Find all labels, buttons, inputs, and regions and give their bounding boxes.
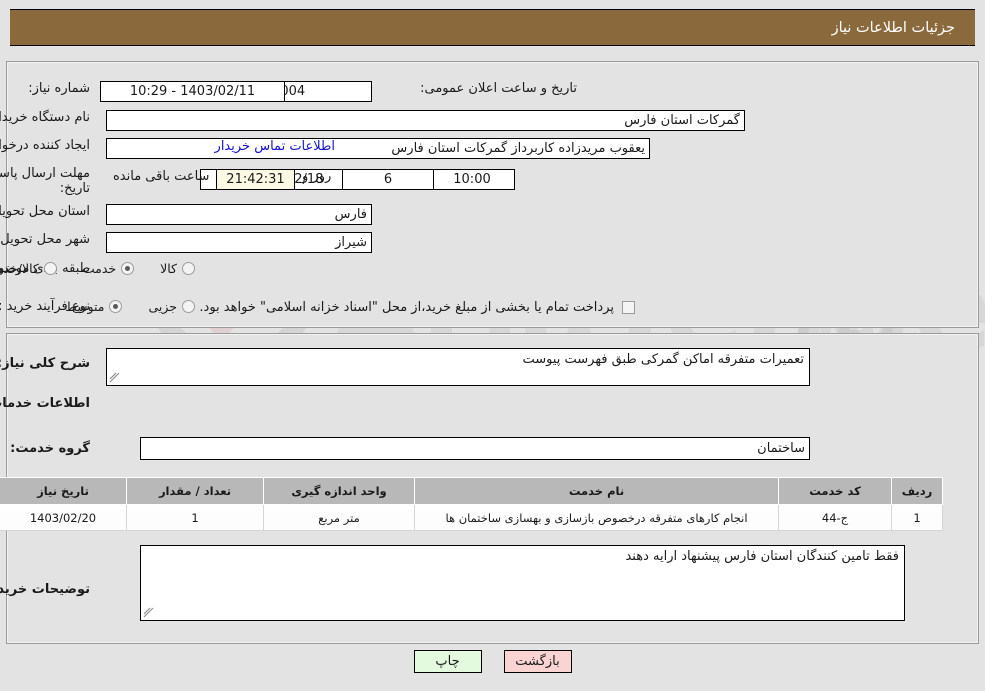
remaining-suffix-label: ساعت باقی مانده	[113, 169, 210, 184]
requester-value: یعقوب مریدزاده کاربرداز گمرکات استان فار…	[106, 138, 650, 159]
delivery-province-label-wrap: استان محل تحویل:	[0, 204, 90, 219]
category-radio-label: خدمت	[82, 261, 117, 276]
deadline-label-wrap: مهلت ارسال پاسخ: تا تاریخ:	[0, 166, 90, 196]
remaining-countdown-value: 21:42:31	[216, 169, 295, 190]
resize-grip-icon[interactable]	[109, 372, 121, 384]
table-col-qty: تعداد / مقدار	[126, 477, 264, 505]
remaining-days-label-wrap: روز و	[302, 169, 331, 184]
delivery-province-label: استان محل تحویل:	[0, 204, 90, 219]
delivery-province-value: فارس	[106, 204, 372, 225]
treasury-note-text: پرداخت تمام یا بخشی از مبلغ خرید،از محل …	[199, 300, 614, 315]
buyer-notes-label-wrap: توضیحات خریدار:	[0, 582, 90, 597]
category-radio-khedmat[interactable]: خدمت	[82, 261, 135, 276]
buyer-org-label-wrap: نام دستگاه خریدار:	[0, 110, 90, 125]
general-desc-textarea[interactable]: تعمیرات متفرقه اماکن گمرکی طبق فهرست پیو…	[106, 348, 810, 386]
buyer-contact-link[interactable]: اطلاعات تماس خریدار	[215, 139, 335, 154]
category-radio-kala[interactable]: کالا	[160, 261, 195, 276]
purchase-type-radio-jozi[interactable]: جزیی	[148, 299, 195, 314]
buyer-org-label: نام دستگاه خریدار:	[0, 110, 90, 125]
page-header-bar: جزئیات اطلاعات نیاز	[10, 9, 975, 46]
delivery-city-label: شهر محل تحویل:	[0, 232, 90, 247]
service-group-label-wrap: گروه خدمت:	[10, 441, 90, 456]
general-desc-label-wrap: شرح کلی نیاز:	[0, 356, 90, 371]
deadline-hour-value: 10:00	[429, 169, 515, 190]
table-col-unit: واحد اندازه گیری	[263, 477, 415, 505]
service-group-label: گروه خدمت:	[10, 441, 90, 456]
buyer-notes-label: توضیحات خریدار:	[0, 582, 90, 597]
purchase-type-radio-group[interactable]: جزیی متوسط	[39, 299, 195, 314]
remaining-days-label: روز و	[302, 169, 332, 184]
service-group-value: ساختمان	[140, 437, 810, 460]
buyer-notes-value: فقط تامین کنندگان استان فارس پیشنهاد ارا…	[625, 549, 899, 564]
services-section-title: اطلاعات خدمات مورد نیاز	[0, 396, 90, 411]
resize-grip-icon[interactable]	[143, 607, 155, 619]
requester-label-wrap: ایجاد کننده درخواست:	[0, 138, 90, 153]
need-number-label: شماره نیاز:	[28, 81, 90, 96]
category-radio-group[interactable]: کالا خدمت کالا/خدمت	[0, 261, 195, 276]
back-button[interactable]: بازگشت	[503, 650, 572, 673]
cell-name: انجام کارهای متفرقه درخصوص بازسازی و بهس…	[414, 504, 779, 531]
services-table: ردیف کد خدمت نام خدمت واحد اندازه گیری ت…	[0, 477, 943, 531]
purchase-type-radio-motevaset[interactable]: متوسط	[65, 299, 123, 314]
remaining-days-value: 6	[342, 169, 434, 190]
cell-qty: 1	[126, 504, 264, 531]
announce-datetime-value: 1403/02/11 - 10:29	[100, 81, 285, 102]
deadline-label-line2: تاریخ:	[59, 181, 90, 196]
cell-unit: متر مربع	[263, 504, 415, 531]
category-radio-label: کالا/خدمت	[0, 261, 39, 276]
radio-circle-icon[interactable]	[109, 300, 123, 313]
announce-datetime-label-wrap: تاریخ و ساعت اعلان عمومی:	[420, 81, 577, 96]
table-col-code: کد خدمت	[778, 477, 892, 505]
radio-circle-icon[interactable]	[182, 300, 195, 313]
treasury-note-wrap: پرداخت تمام یا بخشی از مبلغ خرید،از محل …	[199, 300, 635, 315]
table-col-name: نام خدمت	[414, 477, 779, 505]
contact-link-wrap: اطلاعات تماس خریدار	[215, 139, 335, 154]
requester-label: ایجاد کننده درخواست:	[0, 138, 90, 153]
page-title: جزئیات اطلاعات نیاز	[831, 19, 955, 36]
announce-datetime-label: تاریخ و ساعت اعلان عمومی:	[420, 81, 577, 96]
remaining-suffix-label-wrap: ساعت باقی مانده	[113, 169, 209, 184]
buyer-notes-textarea[interactable]: فقط تامین کنندگان استان فارس پیشنهاد ارا…	[140, 545, 905, 621]
table-row: 1 ج-44 انجام کارهای متفرقه درخصوص بازساز…	[0, 504, 943, 531]
general-desc-value: تعمیرات متفرقه اماکن گمرکی طبق فهرست پیو…	[522, 352, 804, 367]
radio-circle-icon[interactable]	[182, 262, 195, 275]
category-radio-kala-khedmat[interactable]: کالا/خدمت	[0, 261, 57, 276]
delivery-city-value: شیراز	[106, 232, 372, 253]
services-section-title-wrap: اطلاعات خدمات مورد نیاز	[0, 396, 90, 411]
cell-date: 1403/02/20	[0, 504, 127, 531]
cell-radif: 1	[891, 504, 943, 531]
purchase-type-radio-label: متوسط	[65, 299, 105, 314]
cell-code: ج-44	[778, 504, 892, 531]
delivery-city-label-wrap: شهر محل تحویل:	[0, 232, 90, 247]
purchase-type-radio-label: جزیی	[148, 299, 177, 314]
deadline-label-line1: مهلت ارسال پاسخ: تا	[0, 166, 90, 181]
need-number-label-wrap: شماره نیاز:	[28, 81, 90, 96]
table-header-row: ردیف کد خدمت نام خدمت واحد اندازه گیری ت…	[0, 477, 943, 505]
action-button-bar: بازگشت چاپ	[0, 650, 985, 673]
table-col-date: تاریخ نیاز	[0, 477, 127, 505]
buyer-org-value: گمرکات استان فارس	[106, 110, 745, 131]
table-col-radif: ردیف	[891, 477, 943, 505]
category-radio-label: کالا	[160, 261, 177, 276]
treasury-checkbox[interactable]	[622, 301, 635, 314]
radio-circle-icon[interactable]	[43, 262, 57, 275]
page-root: AriaTender .net جزئیات اطلاعات نیاز شمار…	[0, 0, 985, 691]
radio-circle-icon[interactable]	[121, 262, 135, 275]
print-button[interactable]: چاپ	[413, 650, 482, 673]
general-desc-label: شرح کلی نیاز:	[0, 356, 90, 371]
